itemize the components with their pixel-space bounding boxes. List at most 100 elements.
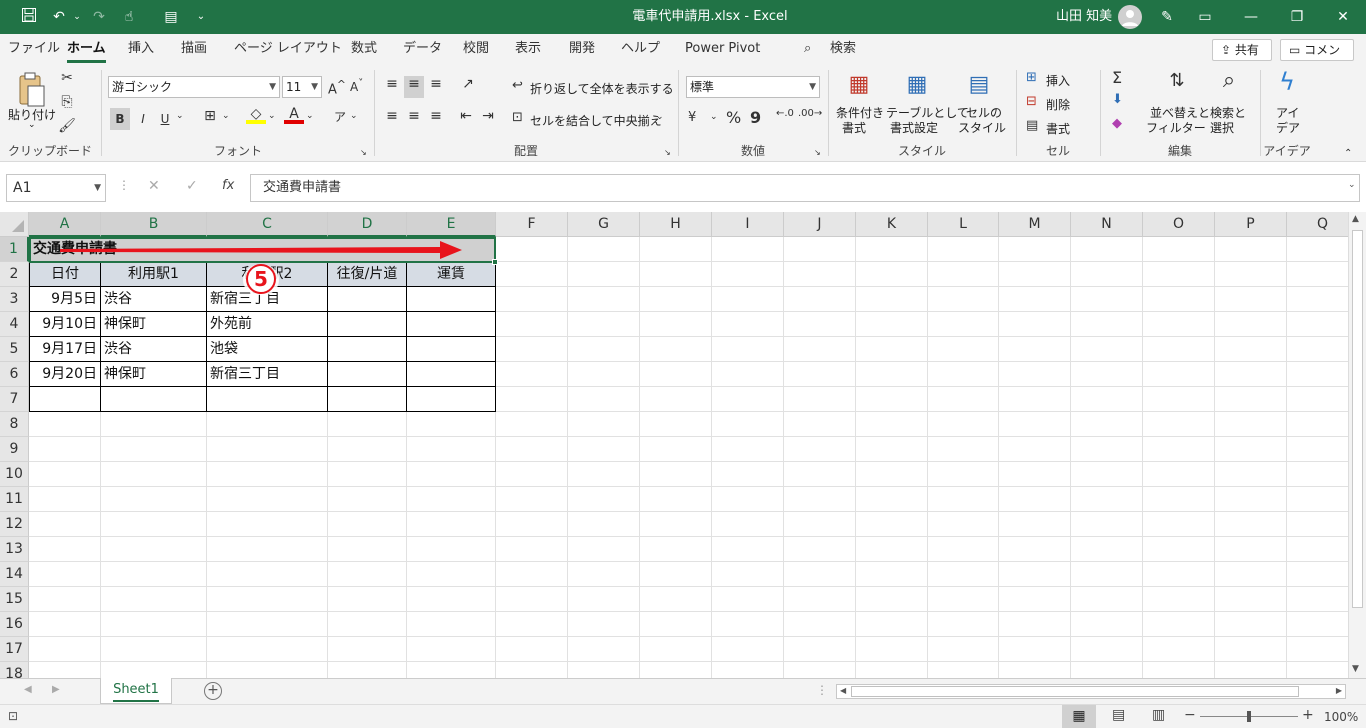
redo-icon[interactable]: ↷ — [88, 7, 110, 27]
column-header-c[interactable]: C — [207, 212, 328, 237]
row-header-7[interactable]: 7 — [0, 387, 29, 412]
number-format-select[interactable]: 標準 ▼ — [686, 76, 820, 98]
collapse-ribbon-icon[interactable]: ⌃ — [1344, 148, 1352, 159]
column-header-e[interactable]: E — [407, 212, 496, 237]
row-header-12[interactable]: 12 — [0, 512, 29, 537]
row-header-9[interactable]: 9 — [0, 437, 29, 462]
add-sheet-icon[interactable]: + — [204, 682, 222, 700]
column-header-i[interactable]: I — [712, 212, 784, 237]
data-cell-a6[interactable]: 9月20日 — [29, 362, 101, 387]
tab-developer[interactable]: 開発 — [569, 34, 595, 64]
data-cell-c5[interactable]: 池袋 — [207, 337, 328, 362]
format-as-table-icon[interactable]: ▦ — [902, 72, 932, 100]
autosum-icon[interactable]: Σ — [1112, 68, 1122, 87]
column-header-j[interactable]: J — [784, 212, 856, 237]
tab-home[interactable]: ホーム — [67, 34, 106, 64]
data-cell-b6[interactable]: 神保町 — [101, 362, 207, 387]
orientation-icon[interactable]: ↗ — [458, 76, 478, 92]
font-size-select[interactable]: 11 ▼ — [282, 76, 322, 98]
row-header-2[interactable]: 2 — [0, 262, 29, 287]
data-cell-d6[interactable] — [328, 362, 407, 387]
comment-button[interactable]: ▭ コメント — [1280, 39, 1354, 77]
vertical-scroll-thumb[interactable] — [1352, 230, 1363, 608]
column-header-n[interactable]: N — [1071, 212, 1143, 237]
user-name[interactable]: 山田 知美 — [1056, 0, 1112, 34]
undo-dropdown-icon[interactable]: ⌄ — [66, 7, 88, 27]
column-header-b[interactable]: B — [101, 212, 207, 237]
pen-icon[interactable]: ✎ — [1156, 7, 1178, 27]
row-header-1[interactable]: 1 — [0, 237, 29, 262]
fill-handle[interactable] — [492, 259, 498, 265]
sort-filter-icon[interactable]: ⇅ — [1162, 70, 1192, 91]
percent-button[interactable]: % — [726, 108, 741, 127]
wrap-text-icon[interactable]: ↩ — [512, 78, 523, 93]
underline-button[interactable]: U — [156, 108, 174, 130]
row-header-11[interactable]: 11 — [0, 487, 29, 512]
format-cells-button[interactable]: 書式 — [1046, 120, 1070, 137]
cancel-icon[interactable]: ✕ — [148, 178, 160, 194]
row-header-16[interactable]: 16 — [0, 612, 29, 637]
column-header-a[interactable]: A — [29, 212, 101, 237]
row-header-17[interactable]: 17 — [0, 637, 29, 662]
wrap-text-button[interactable]: 折り返して全体を表示する — [530, 80, 674, 97]
tab-insert[interactable]: 挿入 — [128, 34, 154, 64]
find-select-icon[interactable]: ⌕ — [1214, 68, 1244, 93]
italic-button[interactable]: I — [134, 108, 152, 130]
empty-cell-d7[interactable] — [328, 387, 407, 412]
header-cell-e[interactable]: 運賃 — [407, 262, 496, 287]
tab-page-layout[interactable]: ページ レイアウト — [234, 34, 342, 64]
font-color-icon[interactable]: A — [284, 106, 304, 124]
tab-split-handle[interactable]: ⋮ — [816, 683, 828, 697]
insert-function-icon[interactable]: fx — [222, 178, 234, 193]
empty-cell-c7[interactable] — [207, 387, 328, 412]
column-header-l[interactable]: L — [928, 212, 999, 237]
tab-power-pivot[interactable]: Power Pivot — [685, 34, 760, 64]
data-cell-e4[interactable] — [407, 312, 496, 337]
cell-styles-label-2[interactable]: スタイル — [958, 119, 1006, 136]
header-cell-b[interactable]: 利用駅1 — [101, 262, 207, 287]
ideas-label-2[interactable]: デア — [1276, 119, 1300, 136]
increase-font-icon[interactable]: A^ — [328, 78, 346, 97]
format-as-table-label-2[interactable]: 書式設定 — [890, 119, 938, 136]
cut-icon[interactable]: ✂ — [58, 70, 76, 86]
align-top-icon[interactable]: ≡ — [382, 76, 402, 92]
horizontal-scrollbar[interactable]: ◀ ▶ — [836, 684, 1346, 699]
row-header-5[interactable]: 5 — [0, 337, 29, 362]
empty-cell-a7[interactable] — [29, 387, 101, 412]
phonetic-icon[interactable]: ア — [330, 108, 350, 125]
expand-formula-icon[interactable]: ⌄ — [1348, 180, 1356, 190]
clear-icon[interactable]: ◆ — [1112, 116, 1122, 131]
tab-formulas[interactable]: 数式 — [351, 34, 377, 64]
sheet-tab-sheet1[interactable]: Sheet1 — [100, 678, 172, 704]
minimize-icon[interactable]: — — [1228, 0, 1274, 34]
vertical-scrollbar[interactable]: ▲ ▼ — [1348, 212, 1366, 678]
data-cell-d5[interactable] — [328, 337, 407, 362]
insert-cells-button[interactable]: 挿入 — [1046, 72, 1070, 89]
row-header-14[interactable]: 14 — [0, 562, 29, 587]
align-middle-icon[interactable]: ≡ — [404, 76, 424, 98]
data-cell-b5[interactable]: 渋谷 — [101, 337, 207, 362]
column-header-g[interactable]: G — [568, 212, 640, 237]
form-icon[interactable]: ▤ — [160, 7, 182, 27]
dialog-launcher-icon[interactable]: ↘ — [664, 148, 671, 157]
data-cell-e5[interactable] — [407, 337, 496, 362]
data-cell-d3[interactable] — [328, 287, 407, 312]
formula-input[interactable]: 交通費申請書 — [250, 174, 1360, 202]
tab-help[interactable]: ヘルプ — [621, 34, 660, 64]
merge-dropdown-icon[interactable]: ⌄ — [656, 112, 664, 122]
border-icon[interactable]: ⊞ — [200, 108, 220, 124]
align-right-icon[interactable]: ≡ — [426, 108, 446, 124]
border-dropdown-icon[interactable]: ⌄ — [222, 111, 230, 121]
copy-icon[interactable]: ⎘ — [56, 94, 78, 110]
zoom-in-icon[interactable]: + — [1302, 707, 1314, 723]
data-cell-a4[interactable]: 9月10日 — [29, 312, 101, 337]
increase-indent-icon[interactable]: ⇥ — [478, 108, 498, 124]
column-header-k[interactable]: K — [856, 212, 928, 237]
column-header-h[interactable]: H — [640, 212, 712, 237]
currency-dropdown-icon[interactable]: ⌄ — [710, 112, 718, 122]
data-cell-b3[interactable]: 渋谷 — [101, 287, 207, 312]
share-button[interactable]: ⇪ 共有 — [1212, 39, 1272, 61]
row-header-18[interactable]: 18 — [0, 662, 29, 678]
search-label[interactable]: 検索 — [830, 34, 856, 64]
row-header-13[interactable]: 13 — [0, 537, 29, 562]
